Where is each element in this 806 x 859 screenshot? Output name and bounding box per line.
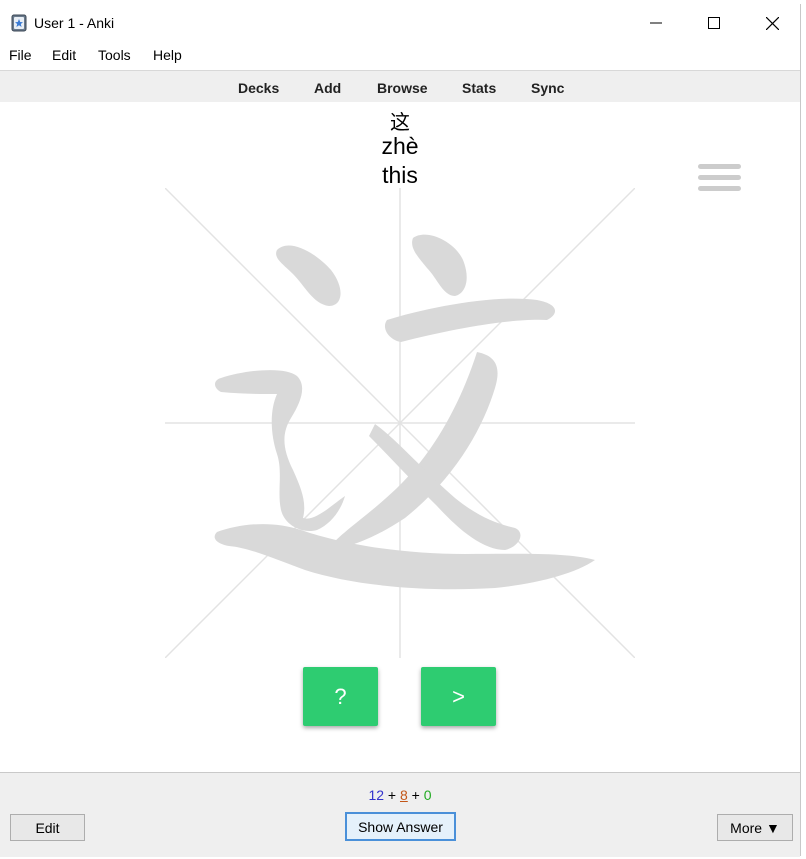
count-separator: + (387, 787, 397, 803)
guide-grid (165, 188, 635, 658)
show-answer-button[interactable]: Show Answer (345, 812, 456, 841)
menu-help[interactable]: Help (153, 47, 182, 63)
edit-button[interactable]: Edit (10, 814, 85, 841)
menu-edit[interactable]: Edit (52, 47, 76, 63)
menu-tools[interactable]: Tools (98, 47, 131, 63)
minimize-button[interactable] (627, 4, 685, 42)
toolbar-add[interactable]: Add (314, 80, 341, 96)
anki-window: User 1 - Anki File Edit Tools Help Decks… (0, 4, 801, 857)
character-strokes (214, 234, 595, 590)
close-icon (765, 16, 779, 30)
due-counts: 12 + 8 + 0 (0, 787, 800, 803)
review-count: 0 (423, 787, 432, 803)
minimize-icon (650, 22, 662, 24)
anki-app-icon (11, 14, 27, 32)
maximize-icon (708, 17, 720, 29)
stroke-horizontal (384, 298, 556, 342)
card-reviewer: 这 zhè this ? > (0, 102, 800, 772)
next-button[interactable]: > (421, 667, 496, 726)
window-title: User 1 - Anki (34, 15, 115, 31)
toolbar-decks[interactable]: Decks (238, 80, 279, 96)
hint-button[interactable]: ? (303, 667, 378, 726)
stroke-curve (215, 370, 345, 532)
learning-count: 8 (399, 787, 408, 803)
stroke-bottom-sweep (214, 524, 595, 590)
more-button[interactable]: More ▼ (717, 814, 793, 841)
menu-file[interactable]: File (9, 47, 32, 63)
new-count: 12 (368, 787, 385, 803)
stroke-order-canvas[interactable] (165, 188, 635, 658)
toolbar-sync[interactable]: Sync (531, 80, 564, 96)
card-meaning: this (382, 162, 418, 188)
menu-bar: File Edit Tools Help (0, 42, 800, 68)
hamburger-menu-icon[interactable] (698, 164, 741, 194)
toolbar-stats[interactable]: Stats (462, 80, 496, 96)
stroke-dot-left (276, 245, 341, 306)
card-character: 这 (390, 110, 410, 134)
maximize-button[interactable] (685, 4, 743, 42)
count-separator: + (411, 787, 420, 803)
main-toolbar: Decks Add Browse Stats Sync (0, 70, 800, 103)
title-bar: User 1 - Anki (0, 4, 800, 42)
toolbar-browse[interactable]: Browse (377, 80, 428, 96)
card-pinyin: zhè (381, 133, 419, 159)
bottom-bar: 12 + 8 + 0 Edit Show Answer More ▼ (0, 772, 800, 857)
close-button[interactable] (743, 4, 801, 42)
stroke-dot-top (412, 234, 467, 296)
